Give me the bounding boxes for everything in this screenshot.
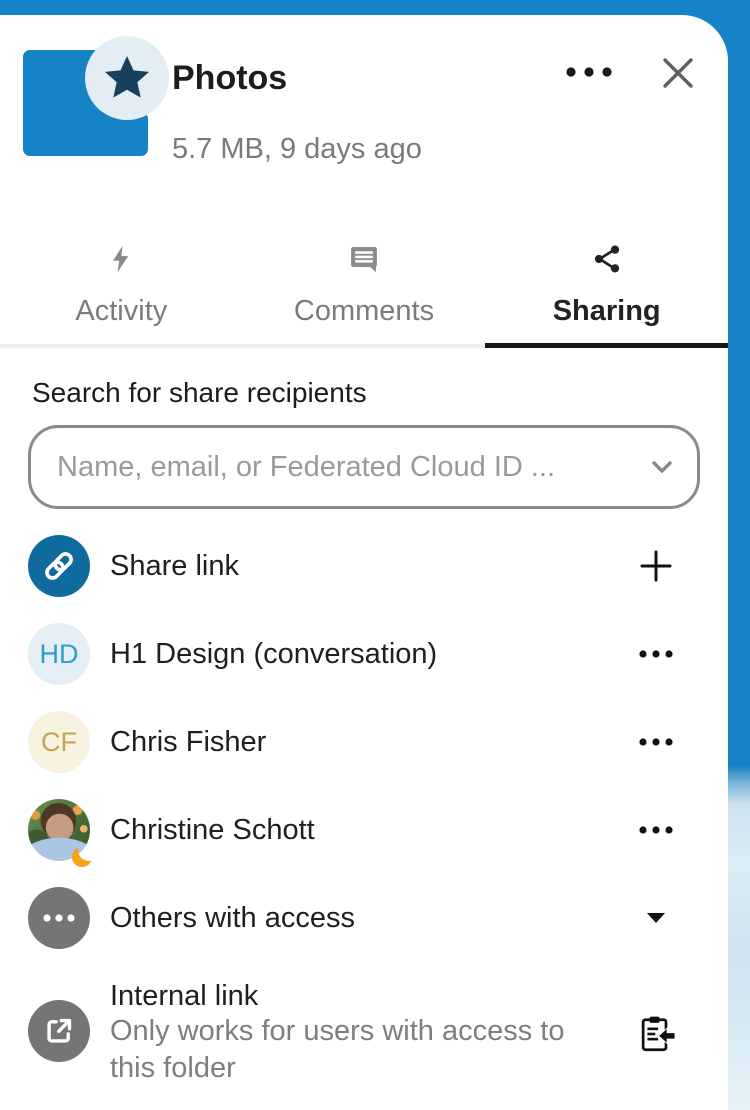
favorite-star-badge [85,36,169,120]
lightning-icon [106,243,136,275]
sidebar-tabs: Activity Comments S [0,218,728,348]
search-recipients-field [28,425,700,509]
dots-horizontal-icon [638,649,674,659]
tab-activity-label: Activity [75,295,167,328]
close-icon [660,55,696,91]
chevron-down-icon[interactable] [646,451,678,483]
share-actions-menu-button[interactable] [635,649,677,659]
share-row-christine-schott[interactable]: Christine Schott [28,786,677,874]
tab-sharing-label: Sharing [553,295,661,328]
header-actions-menu-button[interactable] [560,55,618,89]
tab-comments[interactable]: Comments [243,218,486,344]
expand-others-button[interactable] [635,913,677,923]
copy-internal-link-button[interactable] [635,1014,677,1054]
dots-circle-icon [28,887,90,949]
dots-horizontal-icon [638,737,674,747]
avatar-initials: HD [28,623,90,685]
internal-link-title: Internal link [110,980,600,1013]
add-share-link-button[interactable] [635,549,677,583]
share-actions-menu-button[interactable] [635,825,677,835]
internal-link-row[interactable]: Internal link Only works for users with … [28,980,677,1087]
internal-link-subtitle: Only works for users with access to this… [110,1013,600,1087]
dots-horizontal-icon [638,825,674,835]
share-link-label: Share link [110,550,239,583]
share-row-h1-design[interactable]: HD H1 Design (conversation) [28,610,677,698]
comment-icon [348,243,380,275]
file-title: Photos [172,59,287,98]
tab-comments-label: Comments [294,295,434,328]
file-meta: 5.7 MB, 9 days ago [172,133,422,166]
others-with-access-label: Others with access [110,902,355,935]
share-recipient-label: H1 Design (conversation) [110,638,437,671]
search-recipients-label: Search for share recipients [32,377,367,409]
nextcloud-sidebar: { "colors": { "accent_blue": "#1583c5", … [0,0,750,1110]
star-icon [100,51,154,105]
share-link-row[interactable]: Share link [28,522,677,610]
open-in-new-icon [28,1000,90,1062]
clipboard-arrow-icon [637,1014,675,1054]
close-button[interactable] [658,53,698,93]
others-with-access-row[interactable]: Others with access [28,874,677,962]
share-actions-menu-button[interactable] [635,737,677,747]
share-list: Share link HD H1 Design (conversation) C… [0,522,728,1087]
share-icon [591,243,623,275]
share-recipient-label: Chris Fisher [110,726,266,759]
avatar-initials: CF [28,711,90,773]
search-recipients-input[interactable] [28,425,700,509]
share-recipient-label: Christine Schott [110,814,315,847]
tab-sharing[interactable]: Sharing [485,218,728,344]
plus-icon [639,549,673,583]
link-icon [28,535,90,597]
details-sidebar-panel: Photos 5.7 MB, 9 days ago Activity [0,15,728,1110]
away-status-moon-icon [70,843,96,869]
dots-horizontal-icon [563,65,615,79]
share-row-chris-fisher[interactable]: CF Chris Fisher [28,698,677,786]
tab-activity[interactable]: Activity [0,218,243,344]
triangle-down-icon [647,913,665,923]
